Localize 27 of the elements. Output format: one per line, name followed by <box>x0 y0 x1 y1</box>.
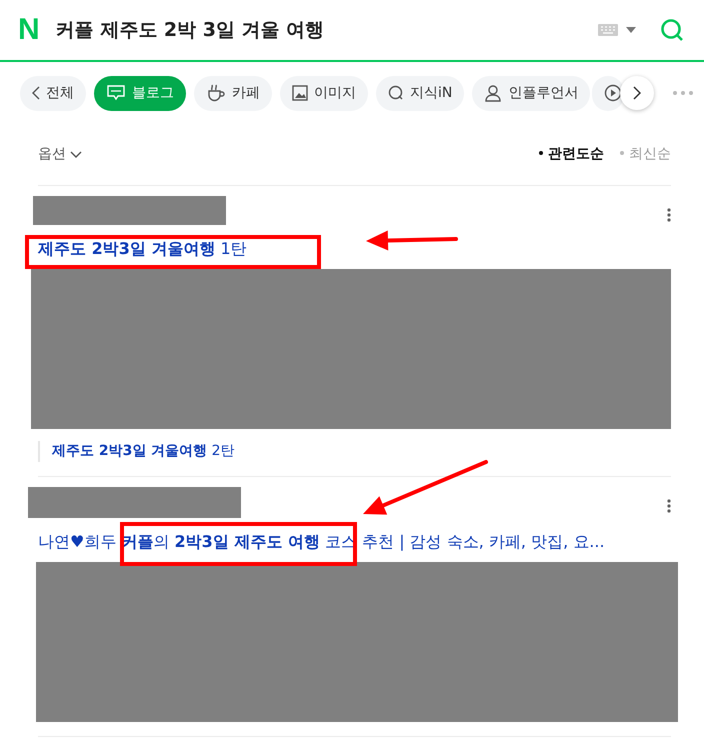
bullet-dot <box>620 151 624 155</box>
caret-icon[interactable] <box>626 27 636 33</box>
search-query[interactable]: 커플 제주도 2박 3일 겨울 여행 <box>56 16 324 44</box>
more-icon[interactable] <box>667 499 671 513</box>
chevron-left-icon <box>32 86 40 100</box>
image-icon <box>292 85 308 101</box>
tab[interactable]: 이미지 <box>280 76 368 110</box>
chevron-right-icon <box>633 86 641 100</box>
play-icon <box>604 84 622 102</box>
person-icon <box>484 84 502 102</box>
q-circle-icon <box>388 85 404 101</box>
more-icon[interactable] <box>667 208 671 222</box>
tab[interactable]: 전체 <box>20 76 86 110</box>
search-icon[interactable] <box>660 18 684 42</box>
next-button[interactable] <box>620 76 654 110</box>
options-button[interactable]: 옵션 <box>38 144 82 165</box>
sort-option[interactable]: 관련도순 <box>539 144 604 165</box>
tab[interactable]: 카페 <box>194 76 272 110</box>
sub-link[interactable]: 제주도 2박3일 겨울여행 2탄 <box>38 441 671 462</box>
tab[interactable]: 인플루언서 <box>472 76 590 110</box>
chevron-down-icon <box>70 150 82 158</box>
tab[interactable] <box>592 76 624 110</box>
bullet-dot <box>539 151 543 155</box>
speech-bubble-icon <box>106 85 126 101</box>
tab[interactable]: 지식iN <box>376 76 464 110</box>
cup-icon <box>206 84 226 102</box>
result-title[interactable]: 제주도 2박3일 겨울여행 1탄 <box>38 237 247 261</box>
